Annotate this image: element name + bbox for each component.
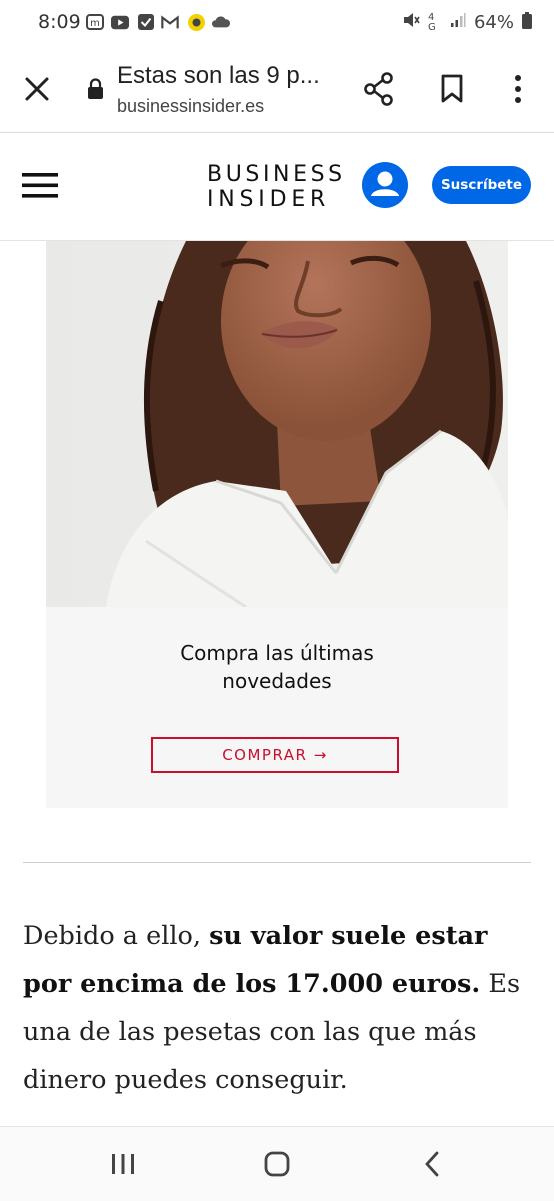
battery-icon [522,11,532,34]
network-label: 4G [427,11,436,33]
browser-toolbar: Estas son las 9 p... businessinsider.es [0,44,554,133]
status-right: 4G 64% [402,11,532,34]
divider [23,862,531,863]
account-icon[interactable] [362,162,408,213]
brand-logo[interactable]: BUSINESS INSIDER [207,162,349,212]
subscribe-button[interactable]: Suscríbete [432,166,531,204]
ad-buy-button[interactable]: COMPRAR → [151,737,399,773]
m-app-icon: m [86,14,104,30]
gmail-icon [161,14,179,30]
close-icon[interactable] [24,76,50,107]
more-options-icon[interactable] [512,74,524,109]
ad-image[interactable] [46,241,508,609]
signal-icon [450,12,466,33]
share-icon[interactable] [363,72,395,111]
ad-card[interactable]: Compra las últimas novedades COMPRAR → [46,241,508,808]
check-icon [137,14,155,30]
brand-line1: BUSINESS [207,162,346,187]
lock-icon [87,78,104,105]
bookmark-icon[interactable] [440,74,464,109]
youtube-icon [111,14,129,30]
snapchat-icon [187,13,205,31]
article-text-1: Debido a ello, [23,921,210,951]
system-nav-bar [0,1126,554,1201]
article-paragraph: Debido a ello, su valor suele estar por … [23,912,535,1104]
recent-apps-icon[interactable] [110,1153,136,1180]
home-icon[interactable] [264,1151,290,1182]
ad-headline: Compra las últimas novedades [180,641,374,693]
battery-level: 64% [473,12,514,33]
back-icon[interactable] [424,1151,440,1182]
cloud-icon [212,14,230,30]
svg-text:m: m [90,18,100,29]
menu-icon[interactable] [22,173,58,204]
mute-icon [402,11,420,34]
status-time: 8:09 [38,11,81,33]
page-domain[interactable]: businessinsider.es [117,96,264,117]
status-bar: 8:09 m 4G 64% [0,0,554,44]
brand-line2: INSIDER [207,187,331,212]
page-title[interactable]: Estas son las 9 p... [117,62,320,90]
